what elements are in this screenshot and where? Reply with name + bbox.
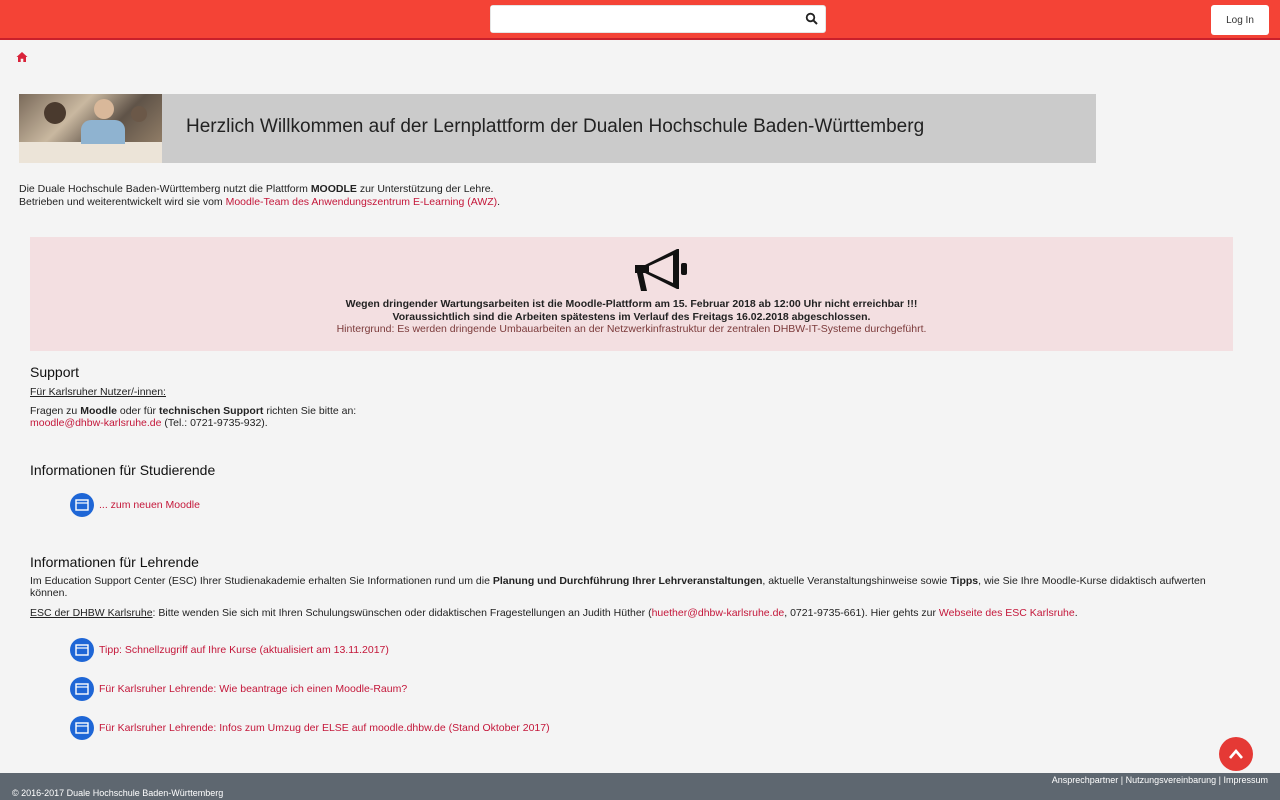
teachers-paragraph-2: ESC der DHBW Karlsruhe: Bitte wenden Sie…: [30, 607, 1078, 619]
support-text: Fragen zu Moodle oder für technischen Su…: [30, 405, 357, 417]
students-resource-link[interactable]: ... zum neuen Moodle: [70, 493, 200, 517]
banner-title: Herzlich Willkommen auf der Lernplattfor…: [186, 116, 925, 137]
esc-website-link[interactable]: Webseite des ESC Karlsruhe: [939, 607, 1075, 619]
url-icon: [70, 677, 94, 701]
support-subheading: Für Karlsruher Nutzer/-innen:: [30, 386, 166, 398]
notice-line-3: Hintergrund: Es werden dringende Umbauar…: [336, 323, 927, 335]
teachers-resource-link-2[interactable]: Für Karlsruher Lehrende: Wie beantrage i…: [70, 677, 407, 701]
support-email-link[interactable]: moodle@dhbw-karlsruhe.de: [30, 417, 161, 429]
url-icon: [70, 638, 94, 662]
support-heading: Support: [30, 364, 80, 380]
teachers-resource-link-3[interactable]: Für Karlsruher Lehrende: Infos zum Umzug…: [70, 716, 550, 740]
home-icon[interactable]: [16, 51, 28, 63]
login-button[interactable]: Log In: [1211, 5, 1269, 35]
url-icon: [70, 493, 94, 517]
maintenance-notice: Wegen dringender Wartungsarbeiten ist di…: [30, 237, 1233, 351]
footer-link-terms[interactable]: Nutzungsvereinbarung: [1126, 775, 1217, 785]
teachers-paragraph-1: Im Education Support Center (ESC) Ihrer …: [30, 575, 1206, 599]
search-input[interactable]: [491, 6, 791, 32]
search-icon[interactable]: [805, 12, 819, 26]
support-contact: moodle@dhbw-karlsruhe.de (Tel.: 0721-973…: [30, 417, 268, 429]
footer-link-imprint[interactable]: Impressum: [1223, 775, 1268, 785]
banner-photo: [19, 94, 162, 163]
teachers-heading: Informationen für Lehrende: [30, 554, 199, 570]
notice-line-2: Voraussichtlich sind die Arbeiten spätes…: [392, 311, 871, 323]
students-heading: Informationen für Studierende: [30, 462, 216, 478]
footer-link-contact[interactable]: Ansprechpartner: [1052, 775, 1119, 785]
copyright: © 2016-2017 Duale Hochschule Baden-Württ…: [12, 788, 224, 798]
url-icon: [70, 716, 94, 740]
awz-link[interactable]: Moodle-Team des Anwendungszentrum E-Lear…: [226, 196, 498, 208]
esc-email-link[interactable]: huether@dhbw-karlsruhe.de: [652, 607, 785, 619]
footer-links: Ansprechpartner | Nutzungsvereinbarung |…: [1051, 775, 1268, 785]
search-box: [490, 5, 826, 33]
notice-line-1: Wegen dringender Wartungsarbeiten ist di…: [345, 298, 918, 310]
back-to-top-button[interactable]: [1219, 737, 1253, 771]
teachers-resource-link-1[interactable]: Tipp: Schnellzugriff auf Ihre Kurse (akt…: [70, 638, 389, 662]
footer: Ansprechpartner | Nutzungsvereinbarung |…: [0, 773, 1280, 800]
welcome-banner: Herzlich Willkommen auf der Lernplattfor…: [19, 94, 1096, 163]
megaphone-icon: [635, 249, 687, 291]
top-navbar: Log In: [0, 0, 1280, 40]
chevron-up-icon: [1229, 749, 1243, 759]
intro-text: Die Duale Hochschule Baden-Württemberg n…: [19, 183, 501, 208]
